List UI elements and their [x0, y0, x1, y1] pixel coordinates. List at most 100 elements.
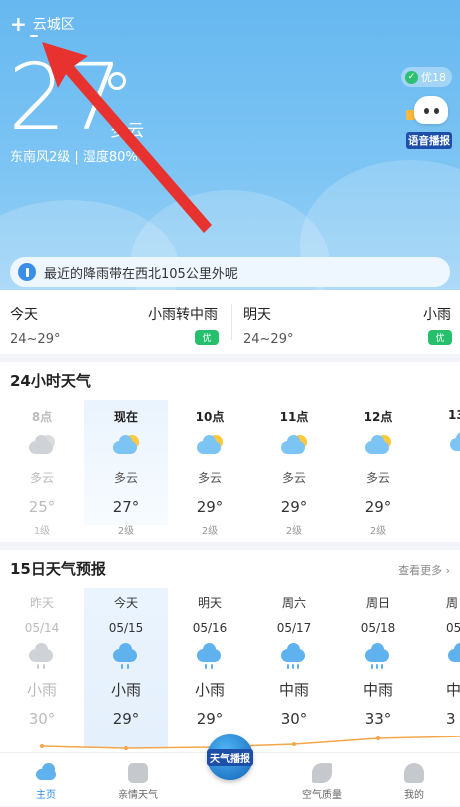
day-condition: 小雨	[110, 681, 141, 699]
partly-cloudy-icon	[111, 435, 141, 459]
tab-home-label: 主页	[36, 790, 56, 801]
day-high: 3	[446, 710, 456, 728]
partly-cloudy-icon	[195, 435, 225, 459]
hour-time: 现在	[113, 410, 138, 424]
day-name: 周六	[281, 596, 306, 610]
rain-icon	[195, 643, 225, 673]
today-condition: 小雨转中雨	[148, 307, 218, 323]
day-high: 29°	[196, 710, 224, 728]
day-item[interactable]: 周 05 中 3	[420, 588, 460, 748]
day-item[interactable]: 昨天 05/14 小雨 30°	[0, 588, 84, 748]
weather-broadcast-label: 天气播报	[207, 748, 253, 766]
day-date: 05/15	[108, 621, 144, 635]
home-weather-icon	[36, 763, 56, 783]
hour-condition: 多云	[113, 471, 138, 485]
tomorrow-aqi-badge: 优	[428, 330, 452, 345]
hour-wind: 2级	[285, 526, 303, 537]
hour-item[interactable]: 12点 多云 29° 2级	[336, 400, 420, 537]
day-name: 昨天	[29, 596, 54, 610]
day-item[interactable]: 明天 05/16 小雨 29°	[168, 588, 252, 748]
annotation-arrow	[42, 42, 212, 233]
day-condition: 小雨	[26, 681, 57, 699]
day-item[interactable]: 周日 05/18 中雨 33°	[336, 588, 420, 748]
day-date: 05/16	[192, 621, 228, 635]
location-selector[interactable]: + 云城区	[10, 14, 75, 34]
daily-list[interactable]: 昨天 05/14 小雨 30° 今天 05/15 小雨 29° 明天 05/16…	[0, 588, 460, 748]
see-more-label: 查看更多	[398, 564, 443, 577]
hour-wind: 2级	[201, 526, 219, 537]
day-condition: 中雨	[362, 681, 393, 699]
rain-alert-text: 最近的降雨带在西北105公里外呢	[44, 266, 238, 282]
hour-item[interactable]: 11点 多云 29° 2级	[252, 400, 336, 537]
tomorrow-summary[interactable]: 明天 24~29°	[243, 304, 293, 347]
hour-item[interactable]: 8点 多云 25° 1级	[0, 400, 84, 537]
hour-wind: 2级	[369, 526, 387, 537]
aqi-value: 优18	[421, 71, 446, 84]
day-high: 29°	[112, 710, 140, 728]
hour-condition: 多云	[365, 471, 390, 485]
hour-condition: 多云	[29, 471, 54, 485]
tab-air-label: 空气质量	[302, 790, 342, 801]
hourly-list[interactable]: 8点 多云 25° 1级 现在 多云 27° 2级 10点 多云 29° 2级 …	[0, 400, 460, 537]
day-name: 明天	[197, 596, 222, 610]
day-condition: 中雨	[278, 681, 309, 699]
tomorrow-range: 24~29°	[243, 332, 294, 347]
day-name: 今天	[113, 596, 138, 610]
chevron-right-icon: ›	[445, 564, 450, 577]
weather-broadcast-button[interactable]: 天气播报	[207, 734, 253, 780]
hour-condition: 多云	[281, 471, 306, 485]
today-tomorrow-card[interactable]: 今天 24~29° 小雨转中雨 优 明天 24~29° 小雨 优	[0, 290, 460, 354]
hour-item[interactable]: 10点 多云 29° 2级	[168, 400, 252, 537]
hour-wind: 1级	[33, 526, 51, 537]
partly-cloudy-icon	[448, 432, 460, 456]
day-condition: 中	[446, 681, 460, 699]
tab-me[interactable]: 我的	[368, 753, 460, 807]
daily-forecast-card: 15日天气预报 查看更多 › 昨天 05/14 小雨 30° 今天 05/15 …	[0, 550, 460, 752]
rain-icon	[27, 643, 57, 673]
leaf-icon	[312, 763, 332, 783]
hour-item-now[interactable]: 现在 多云 27° 2级	[84, 400, 168, 537]
today-label: 今天	[10, 307, 38, 323]
hour-item[interactable]: 13	[420, 400, 460, 525]
tomorrow-label: 明天	[243, 307, 271, 323]
hour-time: 13	[448, 408, 460, 422]
day-high: 30°	[280, 710, 308, 728]
partly-cloudy-icon	[279, 435, 309, 459]
hour-time: 11点	[279, 410, 309, 424]
hour-temp: 29°	[364, 498, 392, 516]
day-high: 33°	[364, 710, 392, 728]
day-item-today[interactable]: 今天 05/15 小雨 29°	[84, 588, 168, 748]
location-name: 云城区	[32, 17, 75, 33]
see-more-link[interactable]: 查看更多 ›	[398, 562, 450, 578]
tab-family-weather[interactable]: 亲情天气	[92, 753, 184, 807]
hour-temp: 25°	[28, 498, 56, 516]
day-item[interactable]: 周六 05/17 中雨 30°	[252, 588, 336, 748]
tab-home[interactable]: 主页	[0, 753, 92, 807]
day-name: 周	[446, 596, 459, 610]
rain-icon	[111, 643, 141, 673]
tab-family-label: 亲情天气	[118, 790, 158, 801]
cloud-mascot-icon	[414, 96, 448, 124]
day-condition: 小雨	[194, 681, 225, 699]
leaf-icon: ✓	[405, 70, 418, 84]
today-range: 24~29°	[10, 332, 61, 347]
aqi-badge[interactable]: ✓ 优18	[401, 67, 452, 87]
daily-title: 15日天气预报	[10, 560, 106, 578]
day-date: 05	[446, 621, 460, 635]
day-date: 05/18	[360, 621, 396, 635]
add-city-icon[interactable]: +	[10, 14, 27, 34]
today-aqi-badge: 优	[195, 330, 219, 345]
voice-broadcast-button[interactable]: 语音播报	[406, 96, 452, 152]
hour-wind: 2级	[117, 526, 135, 537]
rain-alert-bar[interactable]: 最近的降雨带在西北105公里外呢	[10, 257, 450, 287]
tab-air-quality[interactable]: 空气质量	[276, 753, 368, 807]
hour-temp: 29°	[280, 498, 308, 516]
rain-icon	[446, 643, 460, 673]
tab-me-label: 我的	[404, 790, 424, 801]
day-name: 周日	[365, 596, 390, 610]
heavy-rain-icon	[279, 643, 309, 673]
day-date: 05/17	[276, 621, 312, 635]
hour-time: 10点	[195, 410, 225, 424]
hour-temp: 27°	[112, 498, 140, 516]
today-summary[interactable]: 今天 24~29°	[10, 304, 60, 347]
